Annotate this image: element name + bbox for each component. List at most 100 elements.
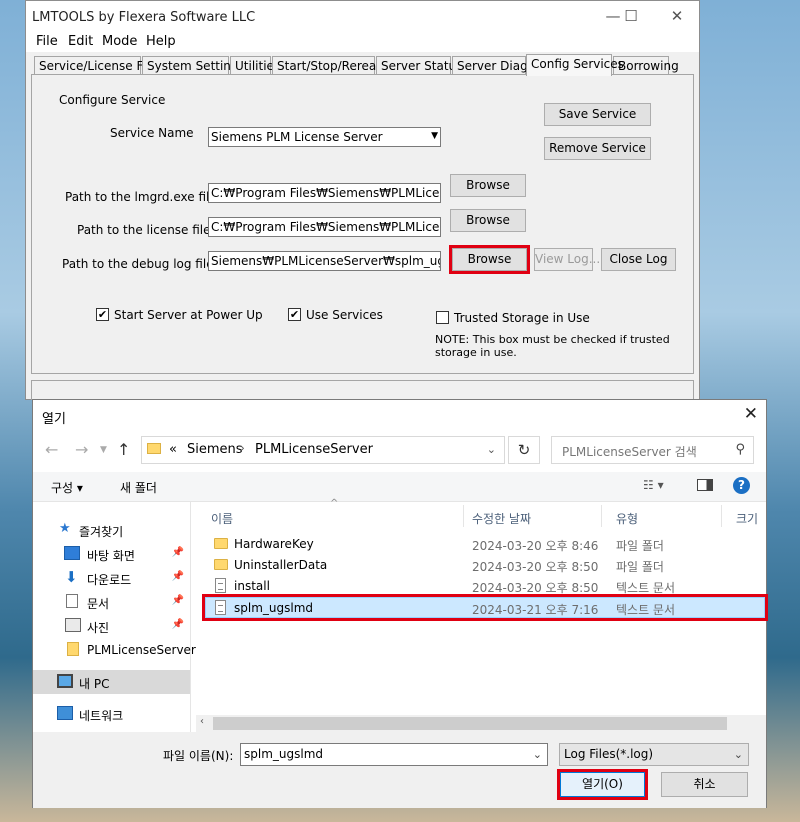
close-icon[interactable]: ✕ <box>662 7 692 25</box>
pin-icon[interactable]: 📌 <box>172 595 184 606</box>
text-document-icon <box>215 600 226 615</box>
browse-license-button[interactable]: Browse <box>450 209 526 232</box>
trusted-storage-checkbox[interactable] <box>436 311 449 324</box>
file-date: 2024-03-20 오후 8:50 <box>472 560 599 574</box>
browse-lmgrd-button[interactable]: Browse <box>450 174 526 197</box>
filetype-select[interactable]: Log Files(*.log) ⌄ <box>559 743 749 766</box>
save-service-button[interactable]: Save Service <box>544 103 651 126</box>
lmtools-window: LMTOOLS by Flexera Software LLC — ☐ ✕ Fi… <box>25 0 700 400</box>
nav-item-downloads[interactable]: ⬇ 다운로드 📌 <box>33 566 190 590</box>
nav-item-favorites[interactable]: ★ 즐겨찾기 <box>33 518 190 542</box>
chevron-down-icon[interactable]: ⌄ <box>487 443 496 456</box>
nav-label: 즐겨찾기 <box>79 525 124 539</box>
debuglog-path-field[interactable]: Siemens₩PLMLicenseServer₩splm_ugslmd.log <box>208 251 441 271</box>
menu-mode[interactable]: Mode <box>102 34 137 49</box>
pin-icon[interactable]: 📌 <box>172 619 184 630</box>
list-item[interactable]: splm_ugslmd 2024-03-21 오후 7:16 텍스트 문서 <box>202 594 768 621</box>
file-name: install <box>234 579 270 593</box>
column-divider[interactable] <box>463 505 464 527</box>
new-folder-button[interactable]: 새 폴더 <box>120 479 157 496</box>
navigation-pane: ★ 즐겨찾기 바탕 화면 📌 ⬇ 다운로드 📌 문서 📌 사진 📌 PLMLic… <box>33 502 196 732</box>
status-area <box>31 380 694 400</box>
column-header-date[interactable]: 수정한 날짜 <box>472 510 531 527</box>
recent-locations-icon[interactable]: ▼ <box>100 445 107 455</box>
picture-icon <box>65 618 81 632</box>
file-name: splm_ugslmd <box>234 601 314 615</box>
nav-label: 네트워크 <box>79 709 124 723</box>
filename-input[interactable]: splm_ugslmd ⌄ <box>240 743 548 766</box>
open-button[interactable]: 열기(O) <box>557 769 648 800</box>
column-header-type[interactable]: 유형 <box>616 510 638 527</box>
remove-service-button[interactable]: Remove Service <box>544 137 651 160</box>
filename-value: splm_ugslmd <box>244 747 324 761</box>
use-services-label: Use Services <box>306 308 383 322</box>
cancel-button[interactable]: 취소 <box>661 772 748 797</box>
maximize-icon[interactable]: ☐ <box>616 7 646 25</box>
view-log-button[interactable]: View Log... <box>534 248 600 271</box>
chevron-down-icon[interactable]: ⌄ <box>533 748 542 761</box>
list-item[interactable]: HardwareKey 2024-03-20 오후 8:46 파일 폴더 <box>206 534 764 555</box>
list-item[interactable]: UninstallerData 2024-03-20 오후 8:50 파일 폴더 <box>206 555 764 576</box>
menu-file[interactable]: File <box>36 34 58 49</box>
list-item[interactable]: install 2024-03-20 오후 8:50 텍스트 문서 <box>206 576 764 597</box>
column-divider[interactable] <box>721 505 722 527</box>
tab-service-license-file[interactable]: Service/License File <box>34 56 157 75</box>
nav-item-pictures[interactable]: 사진 📌 <box>33 614 190 638</box>
service-name-combo[interactable]: Siemens PLM License Server ▼ <box>208 127 441 147</box>
file-type: 텍스트 문서 <box>616 603 676 617</box>
chevron-left-icon[interactable]: ‹ <box>200 716 204 727</box>
file-date: 2024-03-21 오후 7:16 <box>472 603 599 617</box>
service-name-label: Service Name <box>110 126 194 140</box>
start-at-powerup-checkbox[interactable]: ✔ <box>96 308 109 321</box>
view-options-icon[interactable]: ☷ ▾ <box>643 478 664 492</box>
forward-arrow-icon[interactable]: → <box>75 440 88 459</box>
filetype-value: Log Files(*.log) <box>564 747 654 761</box>
use-services-checkbox[interactable]: ✔ <box>288 308 301 321</box>
tab-utilities[interactable]: Utilities <box>230 56 280 75</box>
lmgrd-path-field[interactable]: C:₩Program Files₩Siemens₩PLMLicenseServ <box>208 183 441 203</box>
license-path-field[interactable]: C:₩Program Files₩Siemens₩PLMLicenseServ <box>208 217 441 237</box>
column-header-name[interactable]: 이름 <box>211 510 233 527</box>
close-icon[interactable]: ✕ <box>744 404 758 424</box>
breadcrumb-siemens[interactable]: Siemens <box>187 442 243 457</box>
tab-server-diags[interactable]: Server Diags <box>452 56 534 75</box>
tab-start-stop-reread[interactable]: Start/Stop/Reread <box>272 56 384 75</box>
tab-server-status[interactable]: Server Status <box>376 56 462 75</box>
close-log-button[interactable]: Close Log <box>601 248 676 271</box>
search-icon[interactable]: ⚲ <box>735 442 745 457</box>
back-arrow-icon[interactable]: ← <box>45 440 58 459</box>
search-input[interactable]: PLMLicenseServer 검색 ⚲ <box>551 436 754 464</box>
address-bar[interactable]: « Siemens › PLMLicenseServer ⌄ <box>141 436 505 464</box>
column-header-size[interactable]: 크기 <box>736 510 758 527</box>
tab-config-services[interactable]: Config Services <box>526 54 624 76</box>
file-type: 파일 폴더 <box>616 560 664 574</box>
preview-pane-icon[interactable] <box>697 479 713 491</box>
chevron-right-icon: › <box>240 441 245 455</box>
trusted-storage-note: NOTE: This box must be checked if truste… <box>435 333 670 359</box>
organize-menu[interactable]: 구성 ▾ <box>51 479 83 496</box>
breadcrumb-plmlicenseserver[interactable]: PLMLicenseServer <box>255 442 373 457</box>
file-type: 파일 폴더 <box>616 539 664 553</box>
nav-item-network[interactable]: 네트워크 <box>33 702 190 726</box>
browse-debuglog-button[interactable]: Browse <box>449 245 530 274</box>
nav-item-desktop[interactable]: 바탕 화면 📌 <box>33 542 190 566</box>
menu-help[interactable]: Help <box>146 34 176 49</box>
path-overflow[interactable]: « <box>169 442 177 457</box>
horizontal-scrollbar[interactable]: ‹ <box>196 715 766 732</box>
nav-item-documents[interactable]: 문서 📌 <box>33 590 190 614</box>
pin-icon[interactable]: 📌 <box>172 547 184 558</box>
nav-label: PLMLicenseServer <box>87 643 196 657</box>
nav-item-this-pc[interactable]: 내 PC <box>33 670 190 694</box>
title-bar: LMTOOLS by Flexera Software LLC — ☐ ✕ <box>26 1 699 32</box>
refresh-icon[interactable]: ↻ <box>508 436 540 464</box>
help-icon[interactable]: ? <box>733 477 750 494</box>
license-label: Path to the license file <box>77 223 211 237</box>
up-arrow-icon[interactable]: ↑ <box>117 440 130 459</box>
nav-item-plmlicenseserver[interactable]: PLMLicenseServer <box>33 638 196 662</box>
column-divider[interactable] <box>601 505 602 527</box>
menu-edit[interactable]: Edit <box>68 34 93 49</box>
tab-system-settings[interactable]: System Settings <box>142 56 245 75</box>
section-label: Configure Service <box>59 93 166 107</box>
pin-icon[interactable]: 📌 <box>172 571 184 582</box>
scrollbar-thumb[interactable] <box>213 717 727 730</box>
